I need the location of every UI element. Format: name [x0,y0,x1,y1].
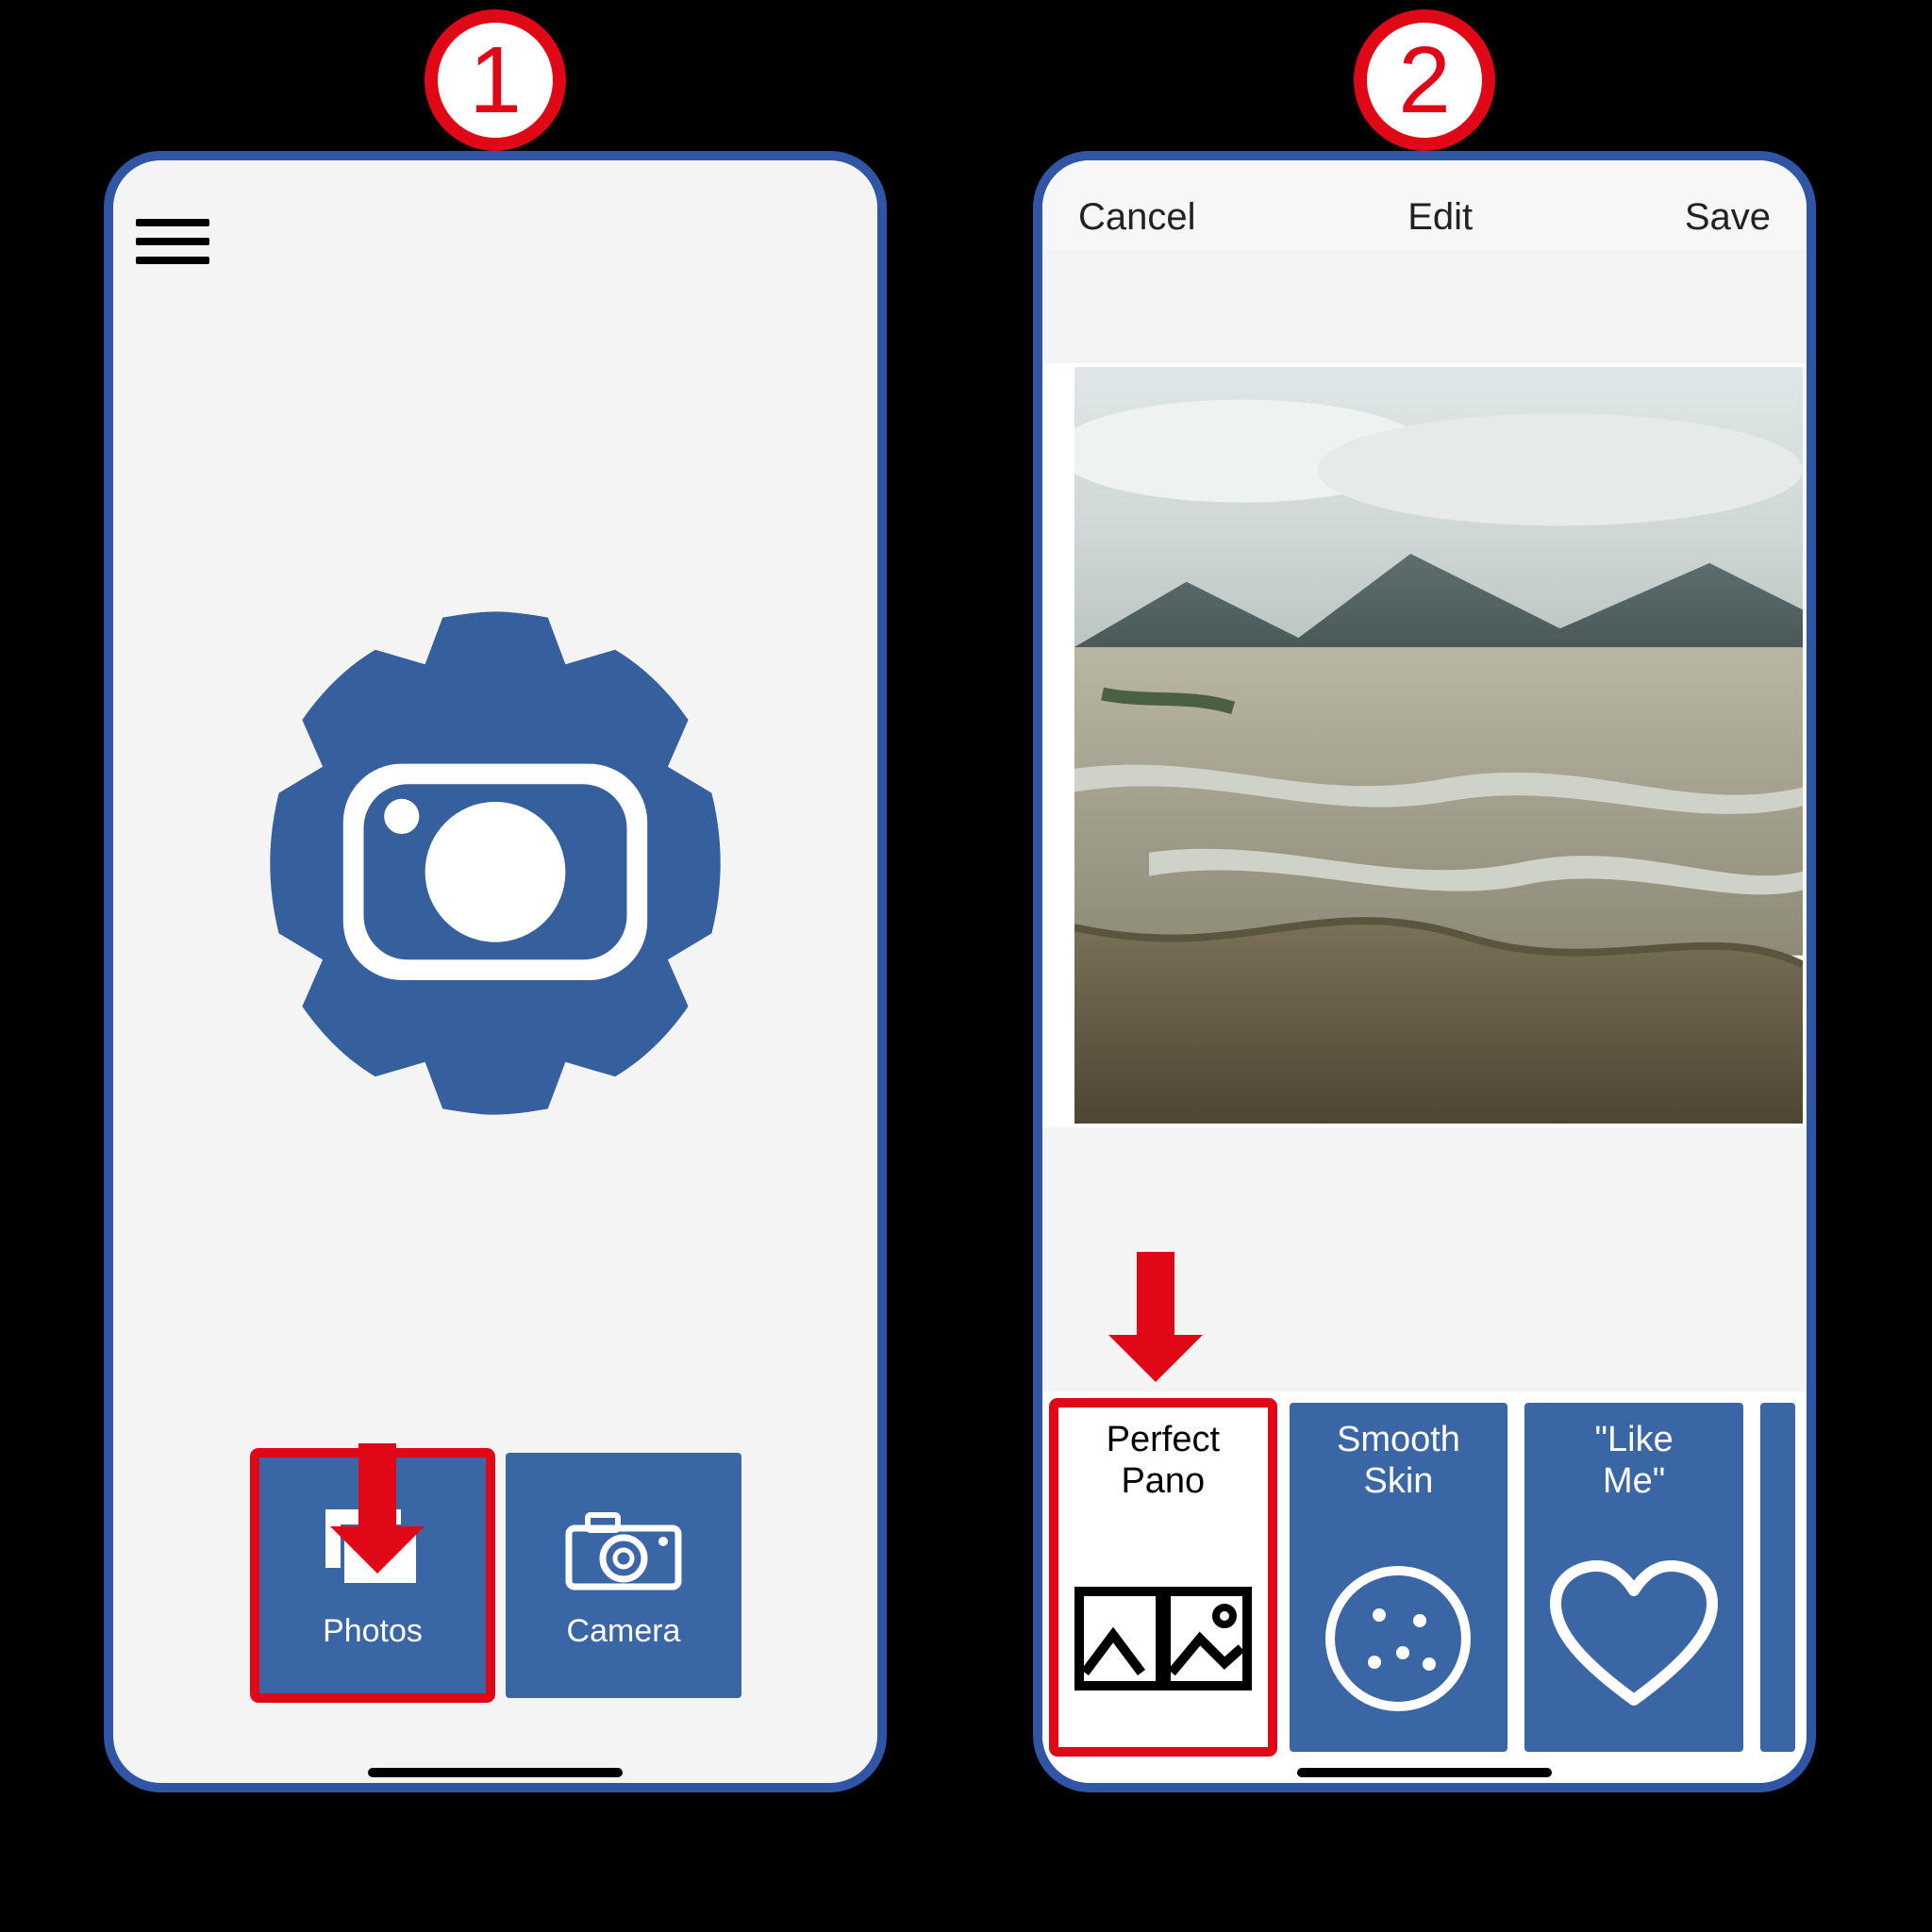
filter-next-peek[interactable] [1760,1403,1795,1752]
step-badge-2: 2 [1354,9,1495,151]
filter-label: Smooth [1337,1420,1460,1459]
filter-label: Skin [1363,1461,1433,1501]
phone-screen-1: Photos Camera [104,151,887,1792]
menu-icon[interactable] [136,219,209,264]
filter-perfect-pano[interactable]: Perfect Pano [1054,1403,1273,1752]
edit-nav-bar: Cancel Edit Save [1042,160,1807,250]
filter-label: "Like [1595,1420,1674,1459]
panorama-icon [1054,1525,1273,1752]
filter-label: Me" [1603,1461,1665,1501]
heart-icon [1524,1525,1743,1752]
home-indicator [368,1768,623,1777]
step-number: 1 [469,26,522,135]
arrow-down-icon [358,1443,396,1528]
cancel-button[interactable]: Cancel [1078,196,1196,239]
home-indicator [1297,1768,1552,1777]
filter-strip[interactable]: Perfect Pano Smooth Skin [1042,1391,1807,1783]
step-number: 2 [1398,26,1451,135]
camera-label: Camera [567,1613,681,1650]
phone-screen-2: Cancel Edit Save [1033,151,1816,1792]
filter-smooth-skin[interactable]: Smooth Skin [1290,1403,1508,1752]
save-button[interactable]: Save [1685,196,1771,239]
pano-slice [1071,363,1807,1127]
filter-label: Perfect [1107,1420,1220,1459]
arrow-down-icon [1137,1252,1174,1337]
step-badge-1: 1 [425,9,566,151]
panorama-preview[interactable] [1042,363,1807,1127]
face-dots-icon [1290,1525,1508,1752]
camera-button[interactable]: Camera [506,1453,741,1698]
camera-icon [558,1502,690,1596]
filter-like-me[interactable]: "Like Me" [1524,1403,1743,1752]
gear-camera-icon [203,571,788,1156]
photos-label: Photos [323,1613,423,1650]
filter-label: Pano [1121,1461,1205,1501]
page-title: Edit [1407,196,1473,239]
